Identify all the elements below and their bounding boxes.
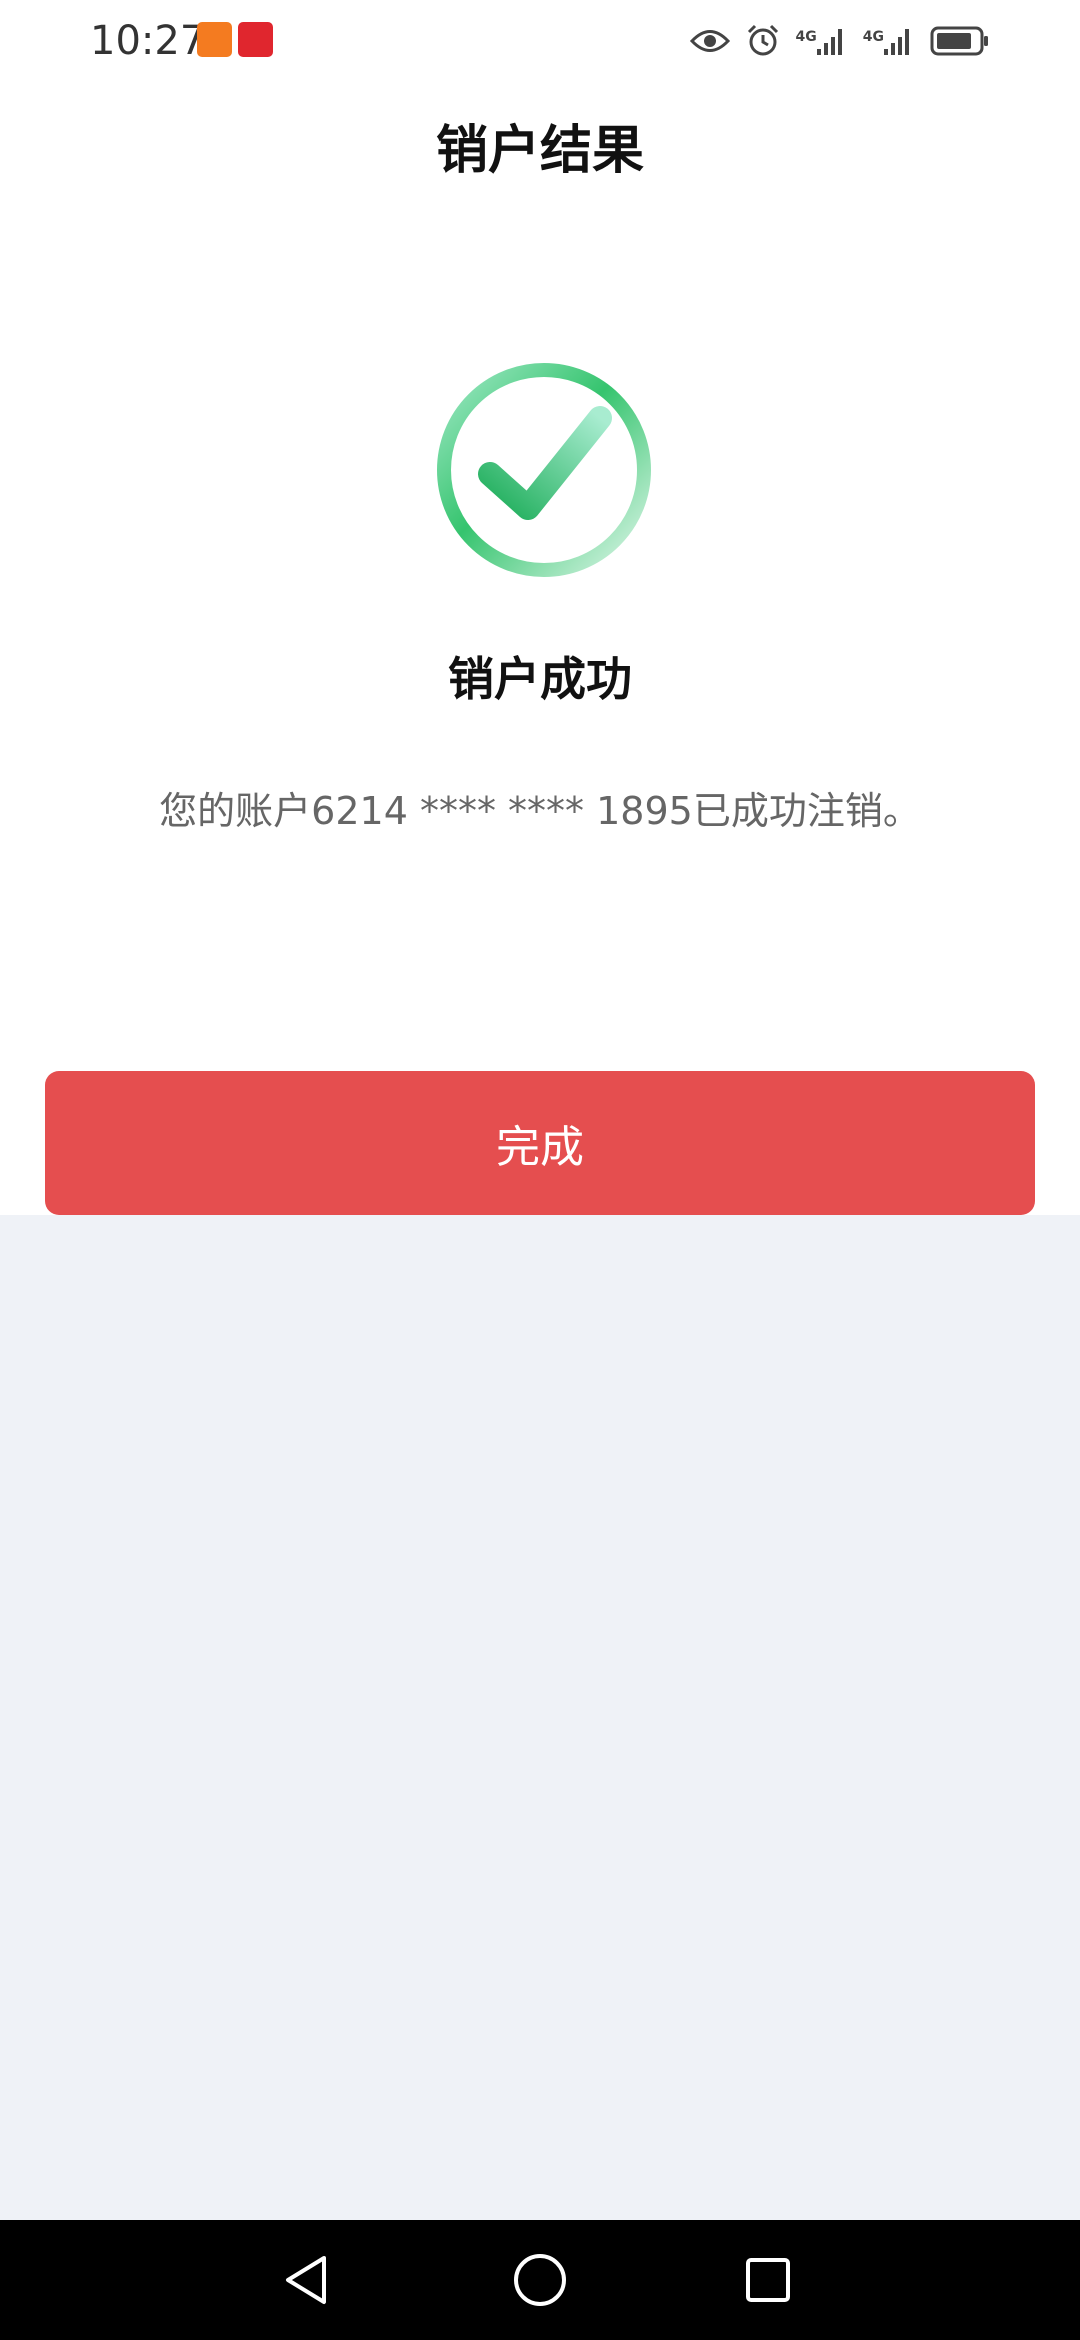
- result-title: 销户成功: [448, 652, 632, 706]
- status-bar: 10:27 4G 4G: [0, 0, 1080, 82]
- done-button[interactable]: 完成: [45, 1071, 1035, 1215]
- content-panel: 10:27 4G 4G 销户结果 销户成功 您的账户6214 **** ****…: [0, 0, 1080, 1215]
- status-icons: 4G 4G: [674, 20, 990, 62]
- check-circle-icon: [437, 363, 651, 577]
- network-type-label: 4G: [795, 29, 817, 45]
- notification-app-icon: [238, 22, 273, 57]
- screen: 10:27 4G 4G 销户结果 销户成功 您的账户6214 **** ****…: [0, 0, 1080, 2340]
- battery-icon: [930, 26, 988, 56]
- signal-2: 4G: [863, 25, 914, 57]
- signal-icon: [884, 29, 909, 55]
- result-message: 您的账户6214 **** **** 1895已成功注销。: [159, 789, 921, 833]
- notification-app-icon: [197, 22, 232, 57]
- status-time: 10:27: [90, 18, 206, 64]
- network-type-label: 4G: [862, 29, 884, 45]
- signal-icon: [816, 29, 842, 55]
- system-navigation-bar: [0, 2220, 1080, 2340]
- alarm-icon: [747, 24, 778, 56]
- page-title: 销户结果: [435, 121, 644, 181]
- signal-1: 4G: [796, 25, 847, 57]
- home-circle-icon[interactable]: [510, 2250, 570, 2310]
- recent-square-icon[interactable]: [738, 2250, 798, 2310]
- eye-icon: [689, 30, 730, 52]
- back-triangle-icon[interactable]: [278, 2250, 338, 2310]
